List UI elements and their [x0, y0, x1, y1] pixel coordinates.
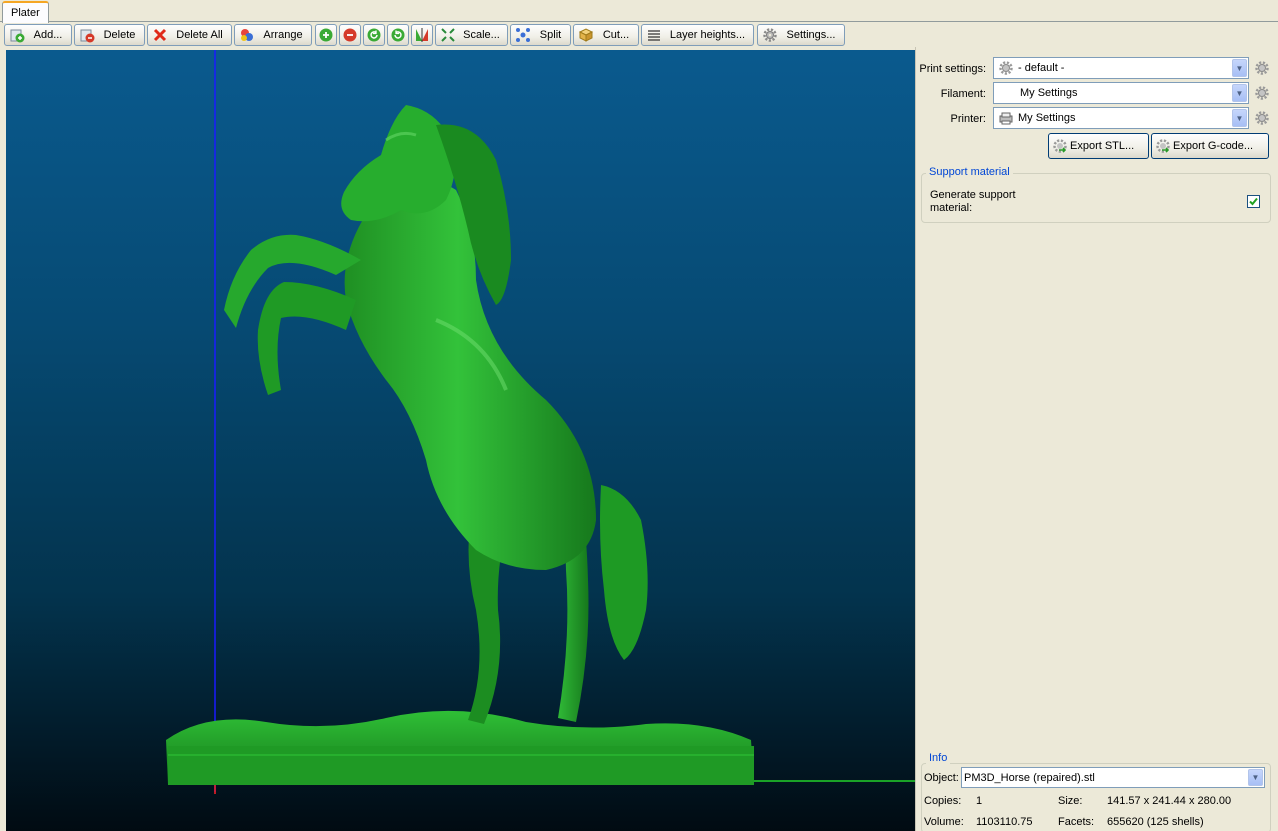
export-gcode-label: Export G-code... [1173, 140, 1254, 152]
printer-icon [998, 110, 1014, 126]
delete-all-icon [152, 27, 168, 43]
layers-icon [646, 27, 662, 43]
cut-button[interactable]: Cut... [573, 24, 639, 46]
filament-label: Filament: [940, 88, 986, 100]
printer-gear-button[interactable] [1253, 109, 1271, 127]
delete-button-label: Delete [103, 29, 136, 41]
plus-icon [318, 27, 334, 43]
print-settings-value: - default - [1018, 62, 1065, 74]
export-gcode-button[interactable]: Export G-code... [1151, 133, 1269, 159]
size-label: Size: [1058, 795, 1083, 807]
export-icon [1155, 138, 1171, 154]
add-object-icon [9, 27, 25, 43]
settings-button-label: Settings... [786, 29, 836, 41]
scale-icon [440, 27, 456, 43]
copies-value: 1 [976, 795, 983, 807]
printer-label: Printer: [950, 113, 986, 125]
cut-icon [578, 27, 594, 43]
print-settings-select[interactable]: - default - ▼ [993, 57, 1249, 79]
export-icon [1052, 138, 1068, 154]
checkmark-icon [1249, 197, 1258, 206]
3d-viewport[interactable] [6, 50, 915, 831]
support-material-title: Support material [926, 166, 1013, 178]
settings-button[interactable]: Settings... [757, 24, 845, 46]
cut-button-label: Cut... [602, 29, 630, 41]
arrange-icon [239, 27, 255, 43]
minus-icon [342, 27, 358, 43]
horse-model-render [166, 50, 915, 794]
split-icon [515, 27, 531, 43]
generate-support-label: Generate support material: [930, 189, 1016, 214]
tab-strip: Plater [0, 0, 1278, 23]
filament-gear-button[interactable] [1253, 84, 1271, 102]
arrange-button[interactable]: Arrange [234, 24, 312, 46]
gear-icon [1254, 60, 1270, 76]
gear-icon [1254, 85, 1270, 101]
delete-button[interactable]: Delete [74, 24, 145, 46]
split-button[interactable]: Split [510, 24, 571, 46]
scale-button[interactable]: Scale... [435, 24, 508, 46]
mirror-button[interactable] [411, 24, 433, 46]
rotate-right-button[interactable] [387, 24, 409, 46]
plater-toolbar: Add... Delete Delete All Arrange Scale..… [0, 23, 1278, 47]
delete-all-button-label: Delete All [176, 29, 223, 41]
size-value: 141.57 x 241.44 x 280.00 [1107, 795, 1232, 807]
facets-label: Facets: [1058, 816, 1095, 828]
info-title: Info [926, 752, 951, 764]
generate-support-checkbox[interactable] [1247, 195, 1260, 208]
add-button[interactable]: Add... [4, 24, 72, 46]
printer-value: My Settings [1018, 112, 1076, 124]
scale-button-label: Scale... [463, 29, 500, 41]
gear-icon [1254, 110, 1270, 126]
increase-copies-button[interactable] [315, 24, 337, 46]
print-settings-label: Print settings: [919, 63, 986, 75]
printer-select[interactable]: My Settings ▼ [993, 107, 1249, 129]
tab-plater[interactable]: Plater [2, 1, 49, 23]
decrease-copies-button[interactable] [339, 24, 361, 46]
rotate-left-button[interactable] [363, 24, 385, 46]
delete-all-button[interactable]: Delete All [147, 24, 232, 46]
print-settings-gear-button[interactable] [1253, 59, 1271, 77]
arrange-button-label: Arrange [263, 29, 303, 41]
split-button-label: Split [539, 29, 562, 41]
chevron-down-icon: ▼ [1232, 59, 1247, 77]
add-button-label: Add... [33, 29, 63, 41]
tab-plater-label: Plater [11, 7, 40, 19]
chevron-down-icon: ▼ [1232, 84, 1247, 102]
rotate-right-icon [390, 27, 406, 43]
volume-value: 1103110.75 [976, 816, 1033, 828]
layer-heights-button-label: Layer heights... [669, 29, 746, 41]
copies-label: Copies: [924, 795, 962, 807]
gear-icon [762, 27, 778, 43]
object-value: PM3D_Horse (repaired).stl [964, 771, 1095, 784]
chevron-down-icon: ▼ [1232, 109, 1247, 127]
export-stl-label: Export STL... [1070, 140, 1135, 152]
filament-value: My Settings [1020, 87, 1078, 99]
delete-object-icon [79, 27, 95, 43]
volume-label: Volume: [924, 816, 964, 828]
object-select[interactable]: PM3D_Horse (repaired).stl ▼ [961, 767, 1265, 788]
right-panel: Print settings: - default - ▼ Filament: … [918, 47, 1278, 831]
chevron-down-icon: ▼ [1248, 769, 1263, 786]
object-label: Object: [924, 772, 959, 784]
gear-icon [998, 60, 1014, 76]
export-stl-button[interactable]: Export STL... [1048, 133, 1149, 159]
mirror-icon [414, 27, 430, 43]
rotate-left-icon [366, 27, 382, 43]
layer-heights-button[interactable]: Layer heights... [641, 24, 754, 46]
filament-select[interactable]: My Settings ▼ [993, 82, 1249, 104]
facets-value: 655620 (125 shells) [1107, 816, 1204, 828]
